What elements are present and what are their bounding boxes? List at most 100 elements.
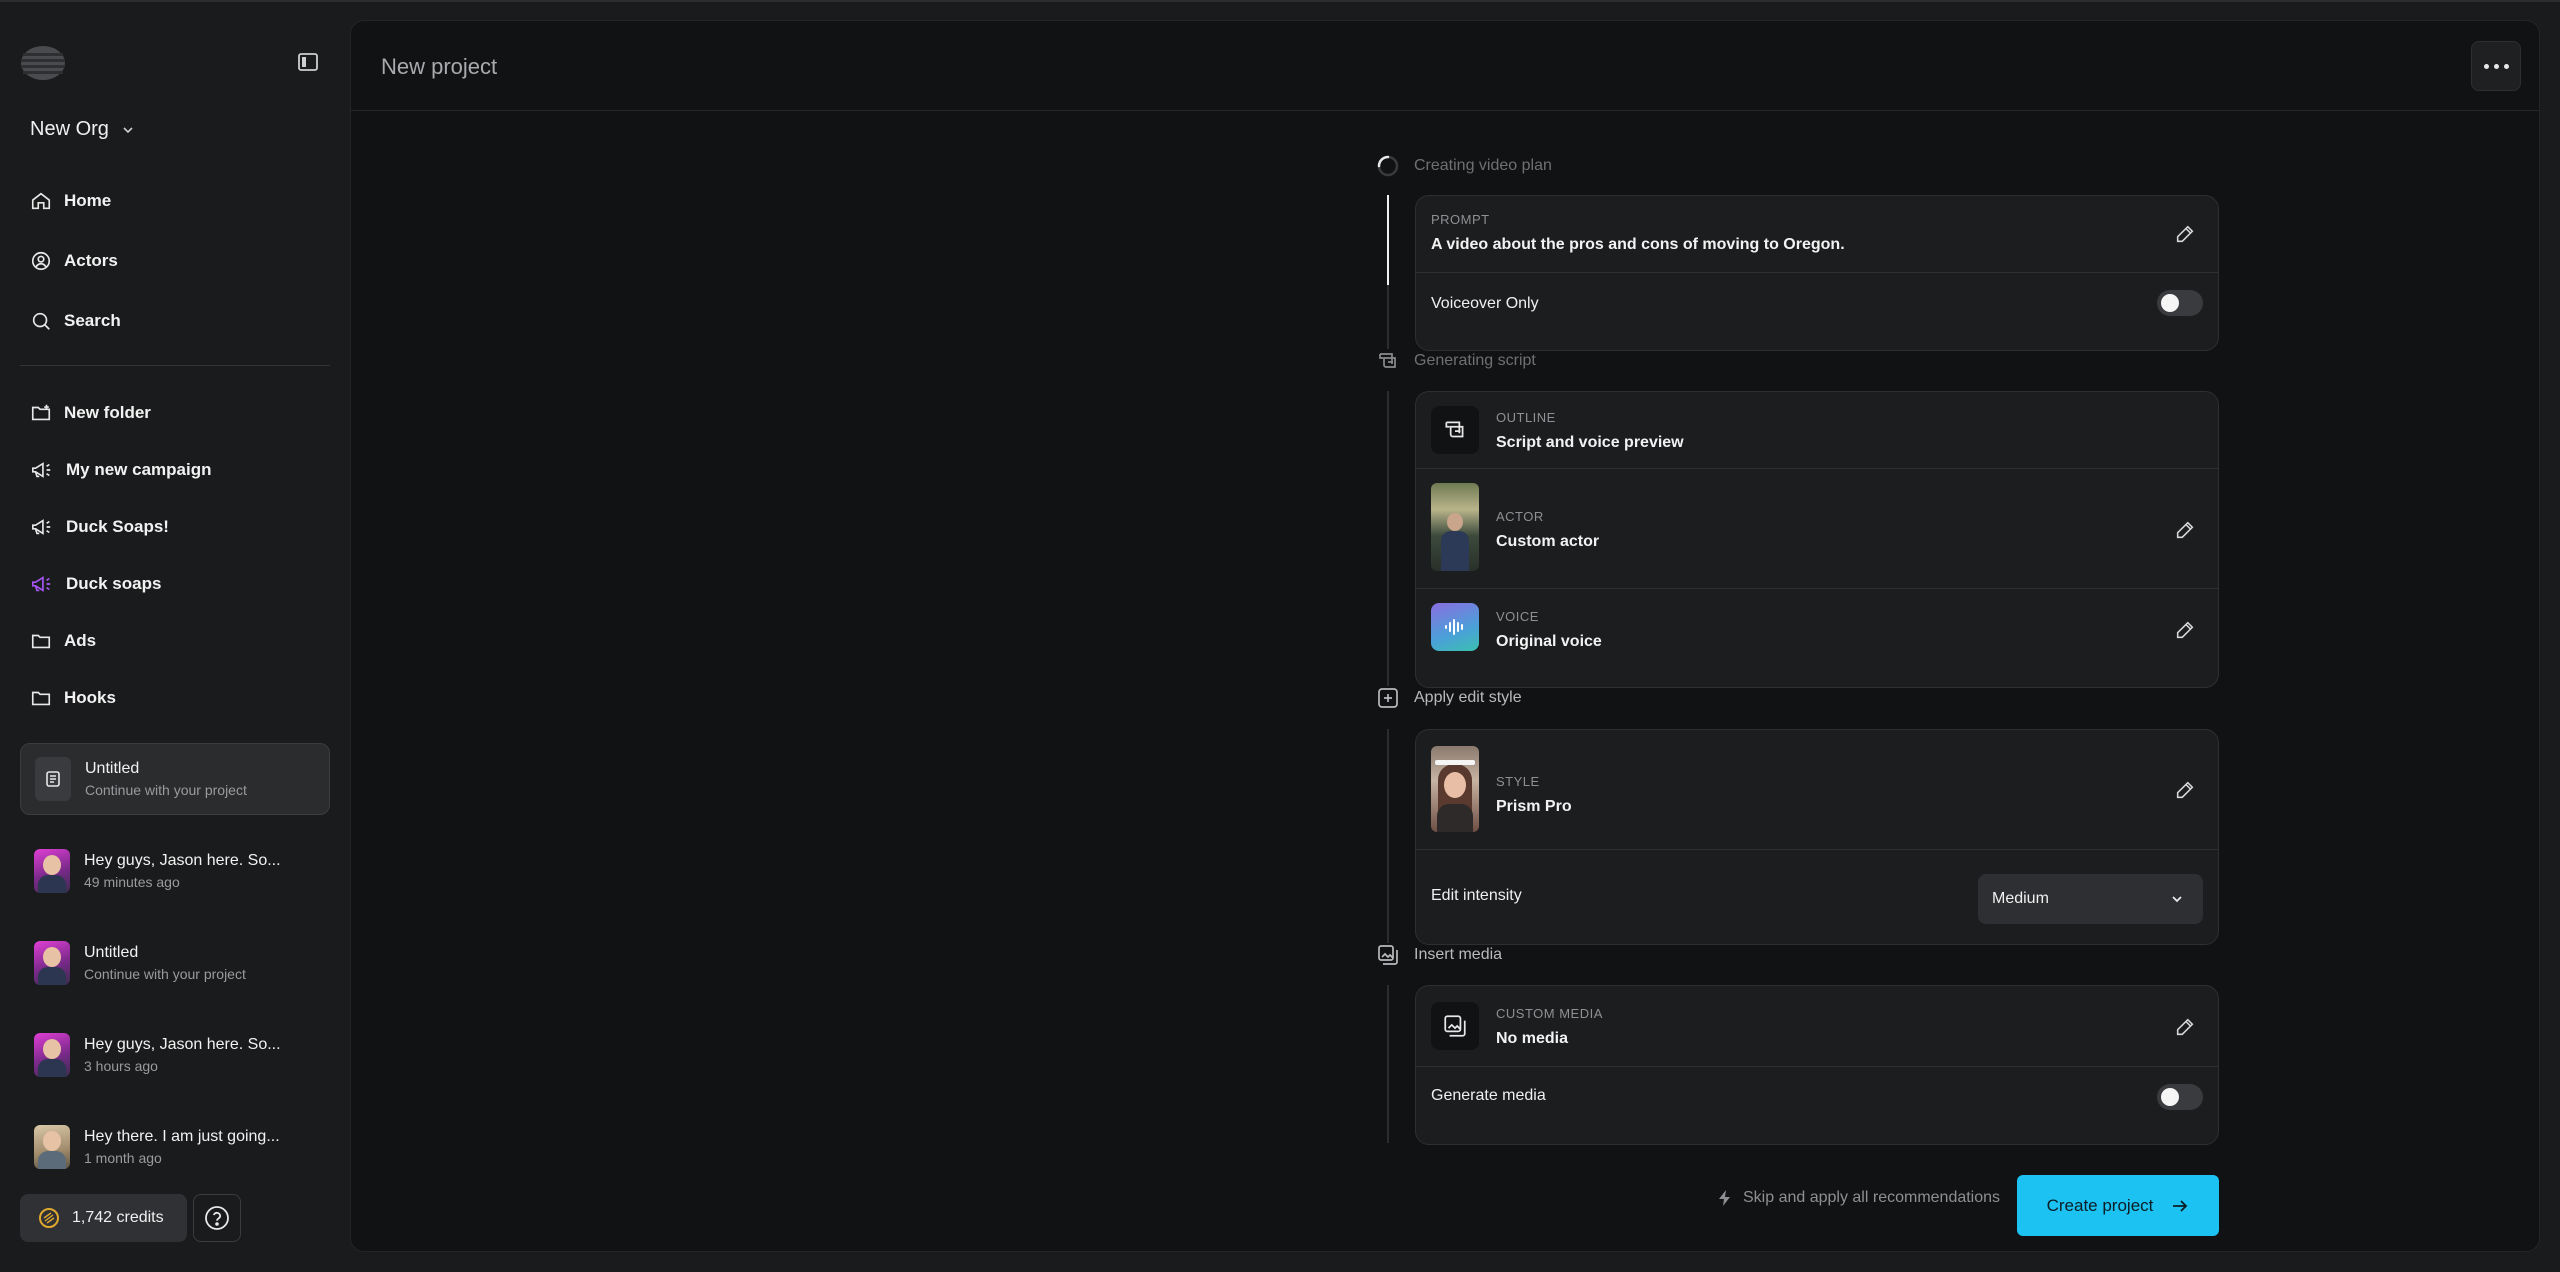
edit-prompt-button[interactable]	[2174, 223, 2196, 245]
script-card: OUTLINE Script and voice preview ACTOR C…	[1415, 391, 2219, 688]
credits-button[interactable]: 1,742 credits	[20, 1194, 187, 1242]
outline-caption: OUTLINE	[1496, 410, 1556, 425]
skip-label: Skip and apply all recommendations	[1743, 1189, 2001, 1206]
edit-style-card: STYLE Prism Pro Edit intensity Medium	[1415, 729, 2219, 945]
edit-intensity-row: Edit intensity Medium	[1416, 849, 2218, 944]
outline-row[interactable]: OUTLINE Script and voice preview	[1416, 392, 2218, 468]
nav-home[interactable]: Home	[20, 177, 330, 225]
outline-value: Script and voice preview	[1496, 434, 1684, 451]
project-item[interactable]: Untitled Continue with your project	[20, 743, 330, 815]
step-creating-video-plan: Creating video plan	[1376, 154, 1552, 178]
folder-my-new-campaign[interactable]: My new campaign	[20, 446, 330, 494]
pencil-icon	[2176, 781, 2194, 799]
project-title: Hey guys, Jason here. So...	[84, 852, 281, 869]
project-subtitle: Continue with your project	[84, 966, 246, 982]
voiceover-toggle[interactable]	[2157, 290, 2203, 316]
video-plan-card: PROMPT A video about the pros and cons o…	[1415, 195, 2219, 351]
actor-thumbnail	[1431, 483, 1479, 571]
folder-duck-soaps-excl[interactable]: Duck Soaps!	[20, 503, 330, 551]
project-item[interactable]: Hey guys, Jason here. So... 49 minutes a…	[20, 835, 330, 907]
org-name: New Org	[30, 118, 109, 140]
sidebar-toggle-icon[interactable]	[296, 50, 320, 74]
step-progress-line	[1387, 195, 1389, 285]
folder-new-folder[interactable]: New folder	[20, 389, 330, 437]
script-icon	[1379, 353, 1396, 368]
folder-label: Ads	[64, 631, 97, 650]
prompt-text: A video about the pros and cons of movin…	[1431, 236, 1845, 253]
style-thumbnail	[1431, 746, 1479, 832]
coin-icon	[39, 1208, 59, 1228]
project-title: Hey there. I am just going...	[84, 1128, 280, 1145]
edit-media-button[interactable]	[2174, 1016, 2196, 1038]
nav-actors[interactable]: Actors	[20, 237, 330, 285]
generate-media-label: Generate media	[1431, 1087, 1546, 1104]
actor-caption: ACTOR	[1496, 509, 1544, 524]
waveform-icon	[1431, 603, 1479, 651]
edit-intensity-label: Edit intensity	[1431, 887, 1522, 904]
project-item[interactable]: Hey there. I am just going... 1 month ag…	[20, 1111, 330, 1183]
generate-media-toggle[interactable]	[2157, 1084, 2203, 1110]
document-icon	[35, 757, 71, 801]
nav-actors-label: Actors	[64, 251, 118, 270]
step-label: Apply edit style	[1414, 689, 1522, 706]
step-apply-edit-style: Apply edit style	[1376, 686, 1522, 710]
voice-caption: VOICE	[1496, 609, 1539, 624]
edit-style-button[interactable]	[2174, 779, 2196, 801]
project-subtitle: 3 hours ago	[84, 1058, 158, 1074]
project-subtitle: 1 month ago	[84, 1150, 162, 1166]
nav-home-label: Home	[64, 191, 112, 210]
folder-label: Hooks	[64, 688, 116, 707]
project-title: Untitled	[85, 760, 140, 777]
edit-intensity-select[interactable]: Medium	[1978, 874, 2203, 924]
custom-media-value: No media	[1496, 1030, 1569, 1047]
pencil-icon	[2176, 225, 2194, 243]
page-title: New project	[381, 54, 498, 79]
org-switcher[interactable]: New Org	[30, 118, 135, 141]
step-line	[1387, 985, 1389, 1143]
window-top-edge	[0, 0, 2560, 2]
pencil-icon	[2176, 1018, 2194, 1036]
custom-media-row: CUSTOM MEDIA No media	[1416, 986, 2218, 1066]
folder-icon	[31, 691, 51, 706]
lightning-icon	[1719, 1190, 1730, 1206]
step-label: Insert media	[1414, 946, 1503, 963]
folder-duck-soaps[interactable]: Duck soaps	[20, 560, 330, 608]
project-title: Hey guys, Jason here. So...	[84, 1036, 281, 1053]
folder-ads[interactable]: Ads	[20, 617, 330, 665]
pencil-icon	[2176, 621, 2194, 639]
create-project-button[interactable]: Create project	[2017, 1175, 2219, 1236]
project-item[interactable]: Untitled Continue with your project	[20, 927, 330, 999]
more-options-button[interactable]	[2471, 41, 2521, 91]
main-panel: New project Creating video plan PROMPT A…	[350, 20, 2540, 1252]
style-value: Prism Pro	[1496, 798, 1572, 815]
skip-recommendations-button[interactable]: Skip and apply all recommendations	[1717, 1189, 2000, 1207]
project-thumbnail	[34, 1033, 70, 1077]
megaphone-icon	[32, 576, 51, 592]
nav-search-label: Search	[64, 311, 121, 330]
edit-voice-button[interactable]	[2174, 619, 2196, 641]
folder-hooks[interactable]: Hooks	[20, 674, 330, 722]
media-icon	[1378, 945, 1398, 965]
edit-actor-button[interactable]	[2174, 519, 2196, 541]
voiceover-row: Voiceover Only	[1416, 272, 2218, 350]
edit-intensity-value: Medium	[1992, 890, 2049, 907]
step-label: Generating script	[1414, 352, 1536, 369]
project-subtitle: 49 minutes ago	[84, 874, 180, 890]
style-row: STYLE Prism Pro	[1416, 730, 2218, 849]
help-button[interactable]	[193, 1194, 241, 1242]
custom-media-caption: CUSTOM MEDIA	[1496, 1006, 1603, 1021]
project-item[interactable]: Hey guys, Jason here. So... 3 hours ago	[20, 1019, 330, 1091]
app-logo-icon[interactable]	[20, 44, 66, 82]
home-icon	[31, 192, 51, 210]
folder-label: Duck soaps	[66, 574, 162, 593]
style-caption: STYLE	[1496, 774, 1540, 789]
more-dot-icon	[2483, 63, 2489, 69]
actor-value: Custom actor	[1496, 533, 1600, 550]
folder-label: New folder	[64, 403, 151, 422]
step-line	[1387, 285, 1389, 349]
voice-value: Original voice	[1496, 633, 1602, 650]
pencil-icon	[2176, 521, 2194, 539]
folder-label: Duck Soaps!	[66, 517, 169, 536]
nav-search[interactable]: Search	[20, 297, 330, 345]
more-dot-icon	[2493, 63, 2499, 69]
